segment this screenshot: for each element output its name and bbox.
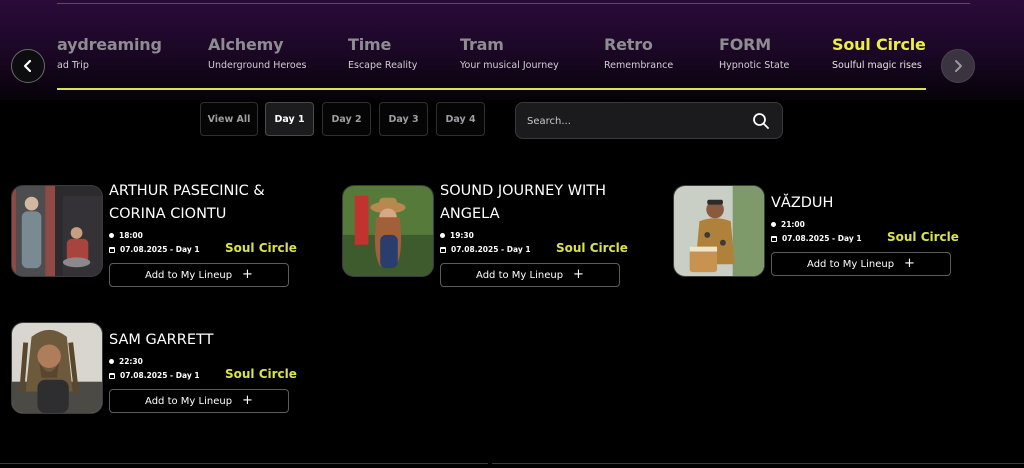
stage-tab-retro[interactable]: Retro Remembrance	[604, 35, 673, 71]
set-date: 07.08.2025 - Day 1	[440, 245, 531, 254]
set-date: 07.08.2025 - Day 1	[109, 371, 200, 380]
artist-photo[interactable]	[11, 185, 103, 277]
stage-tabs: aydreaming ad Trip Alchemy Underground H…	[57, 30, 925, 90]
add-to-lineup-button[interactable]: Add to My Lineup +	[771, 252, 951, 276]
add-to-lineup-button[interactable]: Add to My Lineup +	[109, 389, 289, 413]
set-time: 22:30	[109, 357, 143, 366]
next-stage-button[interactable]	[941, 49, 975, 83]
artist-name: VĂZDUH	[771, 195, 834, 211]
set-time-text: 19:30	[450, 231, 474, 240]
day-filter-day-4[interactable]: Day 4	[436, 102, 485, 136]
prev-stage-button[interactable]	[11, 49, 45, 83]
calendar-icon	[109, 372, 115, 379]
set-time-text: 21:00	[781, 220, 805, 229]
artist-photo-image	[12, 323, 102, 413]
top-divider	[57, 3, 970, 4]
artist-name: SAM GARRETT	[109, 332, 214, 348]
artist-card: ARTHUR PASECINIC & CORINA CIONTU 18:00 0…	[11, 183, 311, 305]
stage-tab-tram[interactable]: Tram Your musical Journey	[460, 35, 559, 71]
set-date-text: 07.08.2025 - Day 1	[782, 234, 862, 243]
artist-photo-image	[12, 186, 102, 276]
stage-subtitle: Escape Reality	[348, 60, 418, 71]
day-filter-day-2[interactable]: Day 2	[322, 102, 371, 136]
artist-name: SOUND JOURNEY WITH ANGELA	[440, 183, 607, 222]
day-filter-day-3[interactable]: Day 3	[379, 102, 428, 136]
set-date-text: 07.08.2025 - Day 1	[120, 245, 200, 254]
stage-subtitle: Underground Heroes	[208, 60, 307, 71]
set-time: 21:00	[771, 220, 805, 229]
artist-photo-image	[343, 186, 433, 276]
set-time-text: 22:30	[119, 357, 143, 366]
chevron-left-icon	[23, 59, 32, 73]
footer-divider	[0, 463, 488, 464]
stage-tag: Soul Circle	[887, 230, 959, 244]
stage-tab-alchemy[interactable]: Alchemy Underground Heroes	[208, 35, 307, 71]
stage-tab-soul-circle[interactable]: Soul Circle Soulful magic rises	[832, 35, 925, 71]
button-label: Add to My Lineup	[476, 269, 564, 281]
stage-subtitle: Remembrance	[604, 60, 674, 71]
stage-subtitle: Your musical Journey	[460, 60, 559, 71]
stage-name: Tram	[460, 35, 504, 54]
button-label: Add to My Lineup	[145, 269, 233, 281]
artist-card: VĂZDUH 21:00 07.08.2025 - Day 1 Soul Cir…	[673, 185, 973, 305]
search-icon[interactable]	[752, 112, 770, 130]
calendar-icon	[109, 246, 115, 253]
stage-subtitle: Soulful magic rises	[832, 60, 922, 71]
set-date-text: 07.08.2025 - Day 1	[451, 245, 531, 254]
set-date: 07.08.2025 - Day 1	[771, 234, 862, 243]
day-filter-day-1[interactable]: Day 1	[265, 102, 314, 136]
stage-subtitle: ad Trip	[57, 60, 89, 71]
stage-tag: Soul Circle	[225, 367, 297, 381]
active-stage-underline	[57, 88, 926, 90]
set-date: 07.08.2025 - Day 1	[109, 245, 200, 254]
button-label: Add to My Lineup	[807, 258, 895, 270]
chevron-right-icon	[955, 60, 962, 72]
search-box	[515, 102, 783, 139]
add-to-lineup-button[interactable]: Add to My Lineup +	[440, 263, 620, 287]
plus-icon: +	[242, 393, 253, 408]
stage-tab-form[interactable]: FORM Hypnotic State	[719, 35, 789, 71]
stage-tag: Soul Circle	[556, 241, 628, 255]
plus-icon: +	[573, 267, 584, 282]
stage-name: aydreaming	[57, 35, 162, 54]
stage-subtitle: Hypnotic State	[719, 60, 790, 71]
stage-name: Time	[348, 35, 392, 54]
calendar-icon	[771, 235, 777, 242]
stage-tab-daydreaming[interactable]: aydreaming ad Trip	[57, 35, 162, 71]
stage-name: Soul Circle	[832, 35, 925, 54]
set-time-text: 18:00	[119, 231, 143, 240]
set-time: 19:30	[440, 231, 474, 240]
artist-photo-image	[674, 186, 764, 276]
footer-divider	[492, 463, 1024, 464]
stage-name: FORM	[719, 35, 771, 54]
artist-photo[interactable]	[673, 185, 765, 277]
calendar-icon	[440, 246, 446, 253]
artist-photo[interactable]	[342, 185, 434, 277]
button-label: Add to My Lineup	[145, 395, 233, 407]
artist-name: ARTHUR PASECINIC & CORINA CIONTU	[109, 183, 265, 222]
artist-card: SAM GARRETT 22:30 07.08.2025 - Day 1 Sou…	[11, 322, 311, 442]
search-input[interactable]	[527, 111, 737, 131]
artist-card: SOUND JOURNEY WITH ANGELA 19:30 07.08.20…	[342, 183, 642, 305]
set-time: 18:00	[109, 231, 143, 240]
clock-icon	[771, 222, 776, 227]
lineup-page: aydreaming ad Trip Alchemy Underground H…	[0, 0, 1024, 468]
plus-icon: +	[242, 267, 253, 282]
clock-icon	[109, 359, 114, 364]
artist-photo[interactable]	[11, 322, 103, 414]
day-filter-view-all[interactable]: View All	[200, 102, 258, 136]
stage-name: Alchemy	[208, 35, 284, 54]
set-date-text: 07.08.2025 - Day 1	[120, 371, 200, 380]
add-to-lineup-button[interactable]: Add to My Lineup +	[109, 263, 289, 287]
stage-name: Retro	[604, 35, 653, 54]
plus-icon: +	[904, 256, 915, 271]
stage-tab-time[interactable]: Time Escape Reality	[348, 35, 417, 71]
clock-icon	[440, 233, 445, 238]
clock-icon	[109, 233, 114, 238]
stage-tag: Soul Circle	[225, 241, 297, 255]
